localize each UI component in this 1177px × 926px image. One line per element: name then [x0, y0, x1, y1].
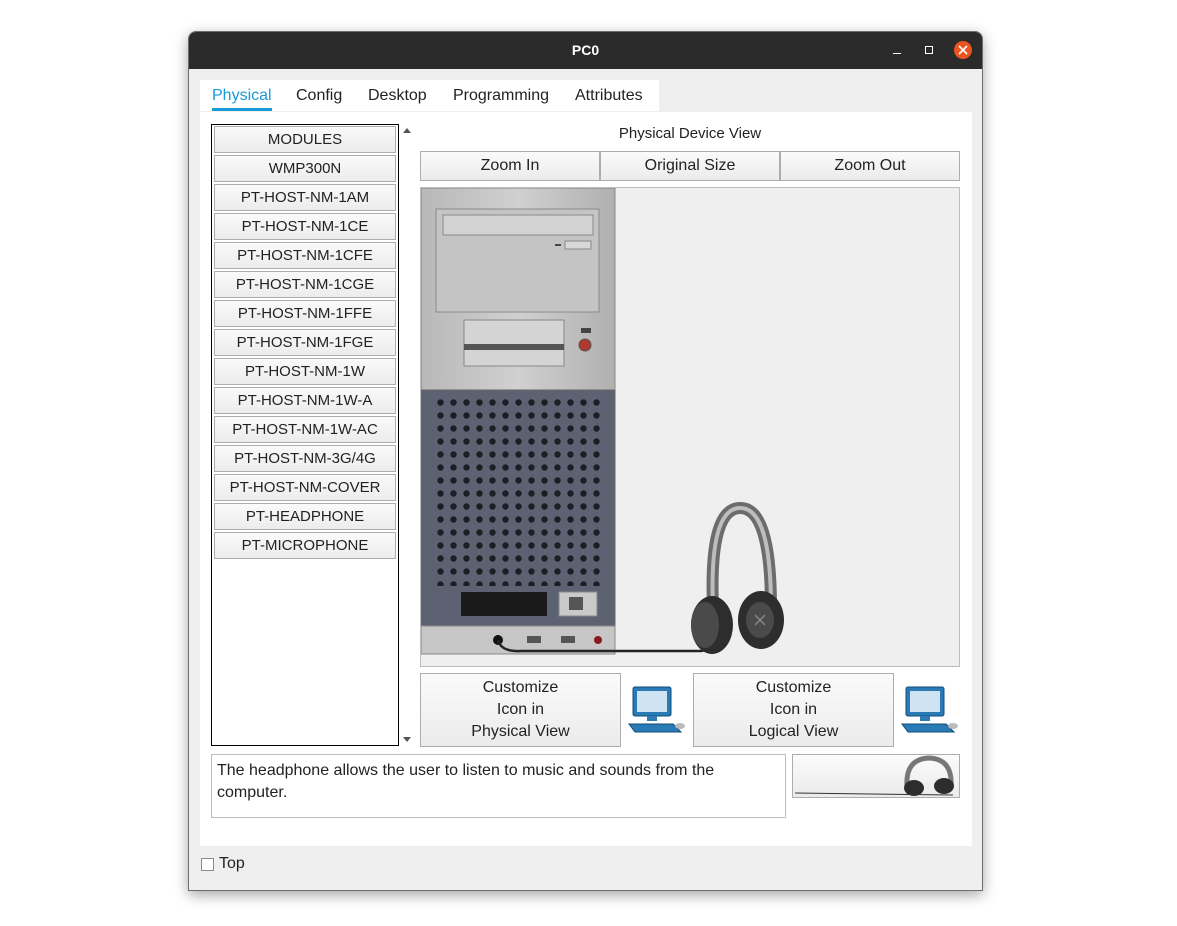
list-item[interactable]: PT-HOST-NM-3G/4G — [214, 445, 396, 472]
tab-attributes[interactable]: Attributes — [575, 80, 643, 111]
scroll-up-icon[interactable] — [401, 124, 413, 136]
tab-bar: Physical Config Desktop Programming Attr… — [200, 80, 659, 111]
maximize-icon[interactable] — [920, 40, 940, 60]
tab-physical[interactable]: Physical — [212, 80, 272, 111]
headphone-icon — [794, 755, 954, 796]
title-bar[interactable]: PC0 — [189, 32, 982, 69]
modules-list[interactable]: MODULES WMP300N PT-HOST-NM-1AM PT-HOST-N… — [211, 124, 399, 746]
customize-physical-icon-button[interactable]: Customize Icon in Physical View — [420, 673, 621, 747]
tab-desktop[interactable]: Desktop — [368, 80, 427, 111]
window-title: PC0 — [571, 42, 600, 58]
original-size-button[interactable]: Original Size — [600, 151, 780, 181]
physical-tab-content: MODULES WMP300N PT-HOST-NM-1AM PT-HOST-N… — [200, 112, 972, 846]
tab-programming[interactable]: Programming — [453, 80, 549, 111]
physical-pc-icon — [627, 686, 687, 738]
list-item[interactable]: MODULES — [214, 126, 396, 153]
list-item[interactable]: PT-HOST-NM-COVER — [214, 474, 396, 501]
list-item[interactable]: PT-HOST-NM-1AM — [214, 184, 396, 211]
physical-device-viewport[interactable] — [420, 187, 960, 667]
pc0-window: PC0 Physical Config Desktop Programming … — [188, 31, 983, 891]
customize-logical-icon-button[interactable]: Customize Icon in Logical View — [693, 673, 894, 747]
close-icon[interactable] — [954, 41, 972, 59]
module-description: The headphone allows the user to listen … — [211, 754, 786, 818]
list-item[interactable]: PT-HOST-NM-1W-A — [214, 387, 396, 414]
logical-pc-icon — [900, 686, 960, 738]
customize-physical-line2: Icon in — [496, 701, 545, 718]
top-checkbox-label: Top — [219, 855, 245, 872]
list-item[interactable]: PT-HOST-NM-1FGE — [214, 329, 396, 356]
list-item[interactable]: PT-HEADPHONE — [214, 503, 396, 530]
list-item[interactable]: PT-HOST-NM-1CFE — [214, 242, 396, 269]
physical-device-view-title: Physical Device View — [618, 125, 762, 142]
module-preview — [792, 754, 960, 798]
zoom-out-button[interactable]: Zoom Out — [780, 151, 960, 181]
customize-physical-line1: Customize — [482, 679, 559, 696]
zoom-in-button[interactable]: Zoom In — [420, 151, 600, 181]
list-item[interactable]: PT-HOST-NM-1CGE — [214, 271, 396, 298]
list-item[interactable]: PT-HOST-NM-1W-AC — [214, 416, 396, 443]
top-checkbox[interactable] — [201, 858, 214, 871]
pc-tower-image — [420, 187, 784, 655]
scroll-down-icon[interactable] — [401, 732, 413, 744]
list-item[interactable]: PT-HOST-NM-1CE — [214, 213, 396, 240]
list-item[interactable]: PT-HOST-NM-1FFE — [214, 300, 396, 327]
customize-physical-line3: Physical View — [471, 723, 570, 740]
tab-config[interactable]: Config — [296, 80, 342, 111]
minimize-icon[interactable] — [888, 40, 908, 60]
customize-logical-line1: Customize — [755, 679, 832, 696]
customize-logical-line3: Logical View — [748, 723, 839, 740]
list-item[interactable]: PT-MICROPHONE — [214, 532, 396, 559]
list-item[interactable]: WMP300N — [214, 155, 396, 182]
list-item[interactable]: PT-HOST-NM-1W — [214, 358, 396, 385]
customize-logical-line2: Icon in — [769, 701, 818, 718]
